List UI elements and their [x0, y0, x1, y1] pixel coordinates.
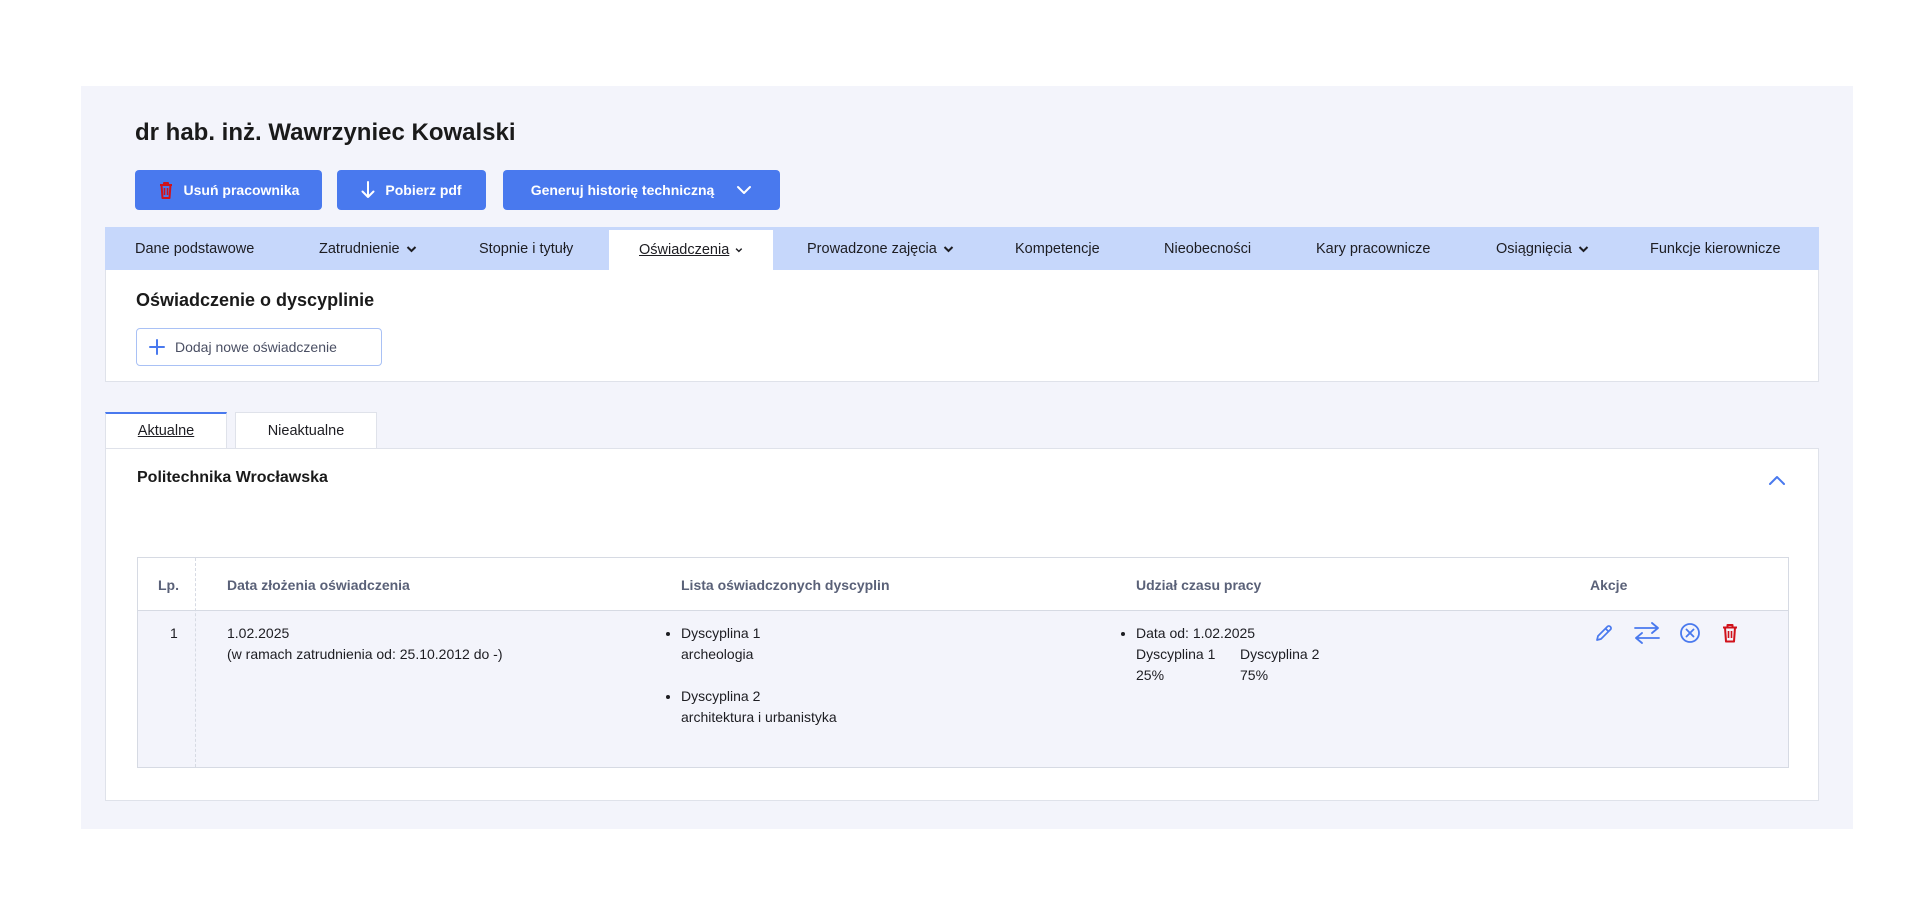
- header-actions: Akcje: [1590, 576, 1628, 593]
- header-disciplines: Lista oświadczonych dyscyplin: [681, 576, 890, 593]
- disciplines-list: Dyscyplina 1 archeologia Dyscyplina 2 ar…: [663, 623, 837, 728]
- discipline-value: architektura i urbanistyka: [681, 709, 837, 725]
- discipline-name: Dyscyplina 1: [681, 625, 761, 641]
- download-pdf-label: Pobierz pdf: [385, 182, 462, 198]
- trash-icon: [1723, 624, 1737, 643]
- tab-funkcje-kierownicze[interactable]: Funkcje kierownicze: [1650, 227, 1781, 270]
- download-pdf-button[interactable]: Pobierz pdf: [337, 170, 486, 210]
- tab-label: Oświadczenia: [639, 242, 730, 258]
- tab-label: Osiągnięcia: [1496, 240, 1572, 257]
- delete-employee-label: Usuń pracownika: [183, 182, 300, 198]
- cancel-button[interactable]: [1678, 621, 1702, 645]
- tab-kompetencje[interactable]: Kompetencje: [1015, 227, 1100, 270]
- university-section: Politechnika Wrocławska Lp. Data złożeni…: [105, 448, 1819, 801]
- add-declaration-button[interactable]: Dodaj nowe oświadczenie: [136, 328, 382, 366]
- tab-zatrudnienie[interactable]: Zatrudnienie: [319, 227, 417, 270]
- cancel-circle-icon: [1680, 623, 1700, 643]
- swap-icon: [1634, 622, 1660, 644]
- tab-label: Kary pracownicze: [1316, 240, 1431, 257]
- generate-history-button[interactable]: Generuj historię techniczną: [503, 170, 780, 210]
- declaration-title: Oświadczenie o dyscyplinie: [136, 290, 375, 310]
- row-lp: 1: [170, 625, 178, 641]
- share-date: Data od: 1.02.2025: [1136, 625, 1256, 641]
- tab-aktualne[interactable]: Aktualne: [105, 412, 227, 448]
- main-tabs-nav: Dane podstawowe Zatrudnienie Stopnie i t…: [105, 227, 1819, 270]
- share-percent: 25%: [1136, 667, 1165, 683]
- pencil-icon: [1596, 625, 1612, 641]
- header-date: Data złożenia oświadczenia: [227, 576, 410, 593]
- list-item: Dyscyplina 1 archeologia: [681, 623, 837, 665]
- tab-dane-podstawowe[interactable]: Dane podstawowe: [135, 227, 254, 270]
- tab-nieobecnosci[interactable]: Nieobecności: [1164, 227, 1251, 270]
- share-grid: Dyscyplina 1 Dyscyplina 2 25% 75%: [1136, 644, 1330, 686]
- tab-label: Dane podstawowe: [135, 240, 255, 257]
- tab-nieaktualne[interactable]: Nieaktualne: [235, 412, 377, 448]
- university-name: Politechnika Wrocławska: [137, 469, 328, 486]
- delete-employee-button[interactable]: Usuń pracownika: [135, 170, 322, 210]
- tab-label: Nieobecności: [1164, 240, 1252, 257]
- row-disciplines-cell: Dyscyplina 1 archeologia Dyscyplina 2 ar…: [663, 623, 837, 749]
- list-item: Data od: 1.02.2025 Dyscyplina 1 Dyscypli…: [1136, 623, 1330, 686]
- tab-label: Kompetencje: [1015, 240, 1100, 257]
- tab-oswiadczenia[interactable]: Oświadczenia: [608, 229, 774, 270]
- tab-label: Zatrudnienie: [319, 240, 400, 257]
- chevron-down-icon: [1578, 245, 1588, 252]
- tab-stopnie-i-tytuly[interactable]: Stopnie i tytuły: [479, 227, 573, 270]
- tab-prowadzone-zajecia[interactable]: Prowadzone zajęcia: [807, 227, 954, 270]
- delete-button[interactable]: [1718, 621, 1742, 645]
- table-header: Lp. Data złożenia oświadczenia Lista ośw…: [138, 558, 1788, 611]
- declarations-table: Lp. Data złożenia oświadczenia Lista ośw…: [137, 557, 1789, 768]
- tab-label: Funkcje kierownicze: [1650, 240, 1781, 257]
- swap-button[interactable]: [1632, 621, 1662, 645]
- table-row: 1 1.02.2025 (w ramach zatrudnienia od: 2…: [138, 611, 1788, 767]
- tab-kary-pracownicze[interactable]: Kary pracownicze: [1316, 227, 1430, 270]
- chevron-up-icon: [1769, 475, 1785, 485]
- row-actions: [1592, 621, 1742, 645]
- edit-button[interactable]: [1592, 621, 1616, 645]
- tab-label: Prowadzone zajęcia: [807, 240, 937, 257]
- share-percent: 75%: [1240, 667, 1269, 683]
- chevron-down-icon: [735, 248, 743, 253]
- employee-panel: dr hab. inż. Wawrzyniec Kowalski Usuń pr…: [81, 86, 1853, 829]
- add-declaration-label: Dodaj nowe oświadczenie: [175, 339, 337, 355]
- discipline-value: archeologia: [681, 646, 754, 662]
- row-share-cell: Data od: 1.02.2025 Dyscyplina 1 Dyscypli…: [1118, 623, 1330, 686]
- collapse-button[interactable]: [1766, 471, 1788, 489]
- share-name: Dyscyplina 2: [1240, 646, 1320, 662]
- row-employment: (w ramach zatrudnienia od: 25.10.2012 do…: [227, 646, 503, 662]
- discipline-name: Dyscyplina 2: [681, 688, 761, 704]
- tab-label: Stopnie i tytuły: [479, 240, 574, 257]
- arrow-down-icon: [361, 181, 375, 198]
- share-list: Data od: 1.02.2025 Dyscyplina 1 Dyscypli…: [1118, 623, 1330, 686]
- generate-history-label: Generuj historię techniczną: [530, 182, 715, 198]
- chevron-down-icon: [737, 186, 752, 194]
- tab-aktualne-label: Aktualne: [137, 423, 195, 439]
- share-name: Dyscyplina 1: [1136, 646, 1216, 662]
- header-lp: Lp.: [158, 576, 179, 593]
- row-date: 1.02.2025: [227, 625, 290, 641]
- declaration-section: Oświadczenie o dyscyplinie Dodaj nowe oś…: [105, 270, 1819, 382]
- chevron-down-icon: [943, 245, 953, 252]
- tab-osiagniecia[interactable]: Osiągnięcia: [1496, 227, 1589, 270]
- tab-nieaktualne-label: Nieaktualne: [267, 422, 345, 439]
- list-item: Dyscyplina 2 architektura i urbanistyka: [681, 686, 837, 728]
- plus-icon: [149, 339, 165, 355]
- row-date-cell: 1.02.2025 (w ramach zatrudnienia od: 25.…: [227, 623, 503, 665]
- header-share: Udział czasu pracy: [1136, 576, 1262, 593]
- page-title: dr hab. inż. Wawrzyniec Kowalski: [135, 119, 516, 146]
- trash-icon: [159, 182, 172, 199]
- chevron-down-icon: [406, 245, 416, 252]
